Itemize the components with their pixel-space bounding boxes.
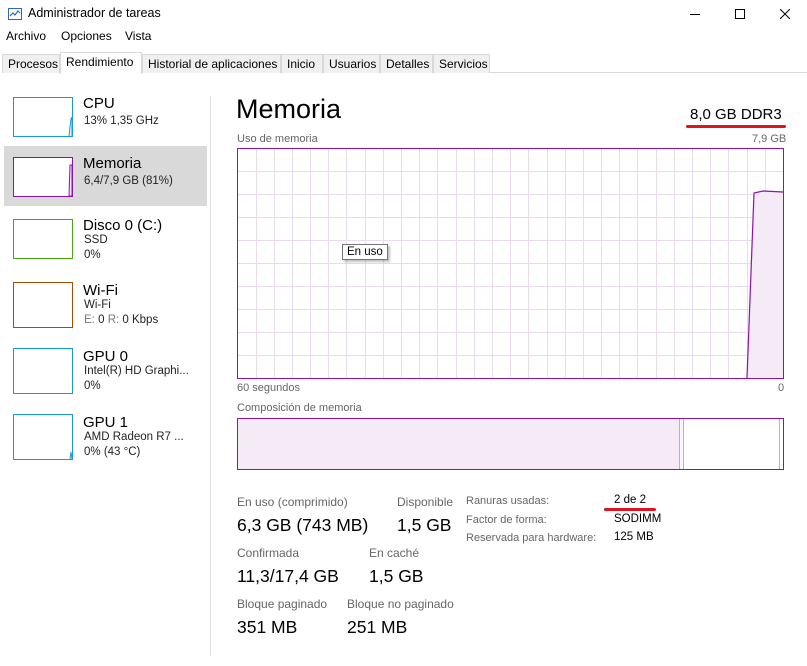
red-underline-annotation [604,508,656,511]
committed-value: 11,3/17,4 GB [237,566,339,586]
tab-inicio[interactable]: Inicio [281,54,323,73]
maximize-icon [734,9,745,19]
graph-label: Uso de memoria [237,133,318,145]
tab-rendimiento[interactable]: Rendimiento [60,52,142,74]
tab-detalles[interactable]: Detalles [380,54,433,73]
receive-value: 0 Kbps [122,314,159,326]
paged-pool-label: Bloque paginado [237,597,328,611]
disk-thumbnail-graph [13,219,73,259]
close-button[interactable] [762,0,807,28]
receive-label: R: [107,314,120,326]
sidebar-title: GPU 1 [83,414,129,431]
sidebar-item-gpu1[interactable]: GPU 1 AMD Radeon R7 ... 0% (43 °C) [4,405,207,465]
memory-composition-bar[interactable] [237,418,784,470]
memory-usage-area [747,191,783,378]
gpu1-thumbnail-graph [13,414,73,460]
sidebar-subtitle: Wi-Fi [84,299,111,311]
tab-usuarios[interactable]: Usuarios [323,54,380,73]
hardware-reserved-label: Reservada para hardware: [466,532,597,544]
nonpaged-pool-value: 251 MB [347,617,408,637]
tab-strip: Procesos Rendimiento Historial de aplica… [2,52,807,74]
sidebar-title: GPU 0 [83,348,129,365]
memory-type: 8,0 GB DDR3 [690,106,782,123]
in-use-value: 6,3 GB (743 MB) [237,515,369,535]
wifi-thumbnail-graph [13,282,73,328]
tab-procesos[interactable]: Procesos [2,54,60,73]
memory-usage-graph-svg [238,149,784,379]
sidebar-detail: 0% (43 °C) [84,446,141,458]
gpu0-thumbnail-graph [13,348,73,394]
sidebar-detail: E: 0 R: 0 Kbps [84,314,158,326]
sidebar-item-wifi[interactable]: Wi-Fi Wi-Fi E: 0 R: 0 Kbps [4,273,207,333]
sidebar-title: Disco 0 (C:) [83,217,163,234]
slots-used-label: Ranuras usadas: [466,495,550,507]
memory-thumbnail-graph [13,157,73,197]
sidebar-subtitle: AMD Radeon R7 ... [84,431,184,443]
title-bar: Administrador de tareas [0,0,807,28]
hardware-reserved-value: 125 MB [614,531,654,543]
composition-modified [680,419,683,469]
nonpaged-pool-label: Bloque no paginado [347,597,454,611]
sidebar-subtitle: 6,4/7,9 GB (81%) [84,175,173,187]
committed-label: Confirmada [237,546,300,560]
cached-value: 1,5 GB [369,566,424,586]
sidebar-detail: 0% [84,249,101,261]
menu-vista[interactable]: Vista [125,29,151,43]
available-value: 1,5 GB [397,515,452,535]
slots-used-value: 2 de 2 [614,494,646,506]
sidebar-item-disco[interactable]: Disco 0 (C:) SSD 0% [4,208,207,268]
task-manager-icon [8,8,22,20]
close-icon [779,9,790,19]
sidebar-subtitle: Intel(R) HD Graphi... [84,365,189,377]
memory-composition-svg [238,419,780,469]
cpu-thumbnail-graph [13,97,73,137]
graph-min-value: 0 [778,382,785,394]
tab-servicios[interactable]: Servicios [433,54,490,73]
window-title: Administrador de tareas [28,6,161,20]
red-underline-annotation [686,125,786,128]
sidebar-subtitle: 13% 1,35 GHz [84,115,159,127]
minimize-button[interactable] [672,0,717,28]
maximize-button[interactable] [717,0,762,28]
menu-opciones[interactable]: Opciones [61,29,112,43]
page-title: Memoria [236,94,342,124]
composition-label: Composición de memoria [237,402,362,414]
menu-archivo[interactable]: Archivo [6,29,46,43]
sidebar-title: Memoria [83,155,142,172]
sidebar-item-gpu0[interactable]: GPU 0 Intel(R) HD Graphi... 0% [4,339,207,399]
form-factor-label: Factor de forma: [466,514,547,526]
paged-pool-value: 351 MB [237,617,298,637]
sidebar-item-memoria[interactable]: Memoria 6,4/7,9 GB (81%) [4,146,207,206]
sidebar-item-cpu[interactable]: CPU 13% 1,35 GHz [4,86,207,146]
panel-divider [210,96,211,656]
send-label: E: [84,314,95,326]
in-use-label: En uso (comprimido) [237,495,348,509]
send-value: 0 [98,314,105,326]
graph-time-label: 60 segundos [237,382,300,394]
tab-historial[interactable]: Historial de aplicaciones [142,54,281,73]
sidebar-subtitle: SSD [84,234,108,246]
composition-in-use [238,419,679,469]
cached-label: En caché [369,546,420,560]
sidebar-title: Wi-Fi [83,282,118,299]
sidebar-detail: 0% [84,380,101,392]
memory-usage-graph[interactable] [237,148,784,379]
graph-max-value: 7,9 GB [752,133,787,145]
available-label: Disponible [397,495,454,509]
form-factor-value: SODIMM [614,513,662,525]
sidebar-title: CPU [83,95,115,112]
minimize-icon [689,14,700,15]
in-use-tooltip: En uso [342,244,388,260]
